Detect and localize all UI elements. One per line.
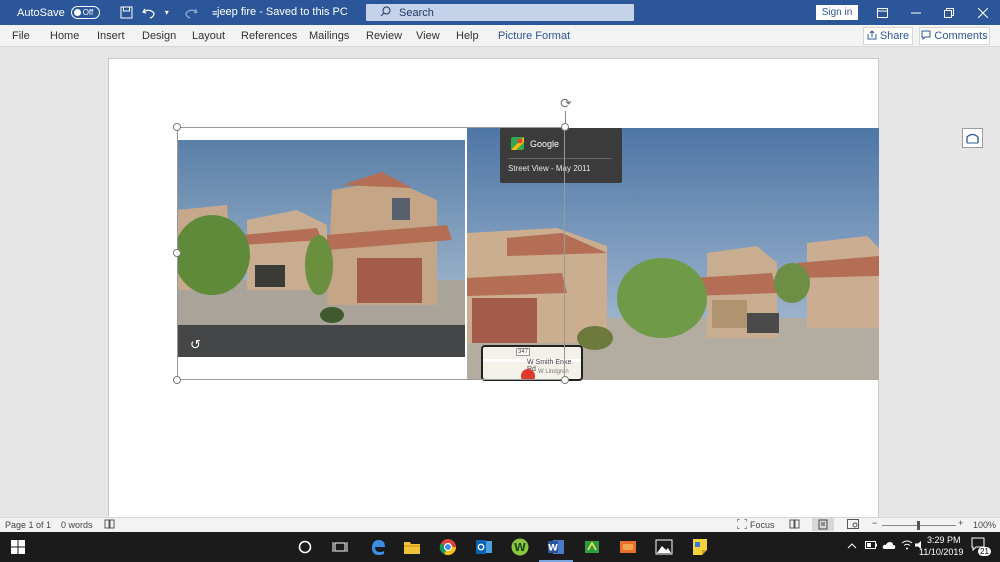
- mini-map[interactable]: 347 W Smith Enke Rd W Lindgren: [481, 345, 583, 381]
- tab-mailings[interactable]: Mailings: [309, 30, 349, 42]
- svg-text:W: W: [548, 544, 558, 554]
- tray-chevron-icon[interactable]: [847, 541, 857, 551]
- file-explorer-icon[interactable]: [402, 537, 422, 557]
- windows-start-icon[interactable]: [8, 537, 28, 557]
- street-view-info-card: Google Street View - May 2011: [500, 128, 622, 183]
- google-maps-link[interactable]: Google: [511, 137, 559, 150]
- toggle-knob: [73, 9, 81, 16]
- search-placeholder: Search: [399, 6, 434, 19]
- undo-dropdown-icon[interactable]: ▾: [158, 4, 176, 22]
- task-view-icon[interactable]: [330, 537, 350, 557]
- ribbon-tabs: File Home Insert Design Layout Reference…: [0, 25, 1000, 47]
- read-mode-icon[interactable]: [789, 519, 800, 531]
- outlook-icon[interactable]: [474, 537, 494, 557]
- resize-handle-top[interactable]: [561, 123, 569, 131]
- restore-icon[interactable]: [932, 0, 966, 25]
- document-title: jeep fire - Saved to this PC: [217, 6, 348, 18]
- redo-icon[interactable]: [182, 4, 200, 22]
- street-view-image-left[interactable]: ↺: [177, 140, 465, 357]
- rotate-handle-icon[interactable]: ⟳: [558, 95, 574, 111]
- print-layout-button[interactable]: [812, 518, 834, 531]
- resize-handle-top-left[interactable]: [173, 123, 181, 131]
- green-app-icon[interactable]: [582, 537, 602, 557]
- onedrive-icon[interactable]: [882, 541, 896, 551]
- autosave-toggle[interactable]: Off: [70, 6, 100, 19]
- tab-design[interactable]: Design: [142, 30, 176, 42]
- web-layout-icon[interactable]: [847, 519, 859, 531]
- sign-in-button[interactable]: Sign in: [816, 5, 858, 20]
- tab-file[interactable]: File: [12, 30, 30, 42]
- tab-view[interactable]: View: [416, 30, 440, 42]
- wps-office-icon[interactable]: W: [510, 537, 530, 557]
- close-icon[interactable]: [966, 0, 1000, 25]
- word-app-icon[interactable]: W: [539, 537, 573, 562]
- comments-button[interactable]: Comments: [919, 27, 990, 45]
- tab-home[interactable]: Home: [50, 30, 79, 42]
- proofing-icon[interactable]: [104, 519, 115, 531]
- resize-handle-left[interactable]: [173, 249, 181, 257]
- orange-app-icon[interactable]: [618, 537, 638, 557]
- notification-count-badge: 21: [978, 547, 991, 556]
- tab-help[interactable]: Help: [456, 30, 479, 42]
- location-pin-icon: [521, 369, 535, 379]
- cortana-icon[interactable]: [295, 537, 315, 557]
- minimize-icon[interactable]: [899, 0, 933, 25]
- comments-label: Comments: [934, 30, 988, 42]
- focus-icon[interactable]: [736, 518, 748, 531]
- clock-date[interactable]: 11/10/2019: [919, 547, 963, 557]
- google-maps-icon: [511, 137, 524, 150]
- street-view-date: Street View - May 2011: [508, 164, 591, 173]
- rotate-view-icon[interactable]: ↺: [190, 337, 201, 353]
- tab-picture-format[interactable]: Picture Format: [498, 30, 570, 42]
- word-count[interactable]: 0 words: [61, 520, 93, 530]
- tab-references[interactable]: References: [241, 30, 297, 42]
- svg-text:W: W: [514, 541, 526, 554]
- photos-icon[interactable]: [654, 537, 674, 557]
- battery-icon[interactable]: [865, 541, 877, 551]
- wifi-icon[interactable]: [901, 540, 913, 552]
- google-label: Google: [530, 138, 560, 149]
- page-count[interactable]: Page 1 of 1: [5, 520, 51, 530]
- status-bar: Page 1 of 1 0 words Focus − + 100%: [0, 517, 1000, 532]
- map-street-label: W Lindgren: [538, 369, 569, 375]
- ribbon-display-options-icon[interactable]: [865, 0, 899, 25]
- resize-handle-bottom[interactable]: [561, 376, 569, 384]
- layout-options-icon[interactable]: [962, 128, 983, 148]
- title-bar: AutoSave Off ▾ ≡ jeep fire - Saved to th…: [0, 0, 1000, 25]
- search-box[interactable]: Search: [366, 4, 634, 21]
- clock-time[interactable]: 3:29 PM: [927, 535, 961, 545]
- comment-icon: [921, 30, 931, 43]
- search-icon: [380, 6, 391, 20]
- zoom-level[interactable]: 100%: [973, 520, 996, 530]
- edge-browser-icon[interactable]: [368, 537, 388, 557]
- focus-label[interactable]: Focus: [750, 520, 775, 530]
- tab-review[interactable]: Review: [366, 30, 402, 42]
- share-label: Share: [879, 30, 910, 42]
- undo-icon[interactable]: [140, 4, 158, 22]
- windows-taskbar: W W 3:29 PM 11/10/2019 21: [0, 532, 1000, 562]
- zoom-in-button[interactable]: +: [958, 518, 963, 528]
- save-icon[interactable]: [118, 4, 136, 22]
- sticky-notes-icon[interactable]: [690, 537, 710, 557]
- menu-divider: [508, 158, 612, 159]
- route-shield: 347: [516, 348, 531, 356]
- share-icon: [867, 29, 877, 43]
- resize-handle-bottom-left[interactable]: [173, 376, 181, 384]
- zoom-out-button[interactable]: −: [872, 518, 877, 528]
- autosave-state: Off: [82, 8, 94, 17]
- tab-insert[interactable]: Insert: [97, 30, 125, 42]
- share-button[interactable]: Share: [863, 27, 913, 45]
- zoom-slider-thumb[interactable]: [917, 521, 920, 530]
- chrome-icon[interactable]: [438, 537, 458, 557]
- autosave-label: AutoSave: [17, 6, 65, 19]
- tab-layout[interactable]: Layout: [192, 30, 225, 42]
